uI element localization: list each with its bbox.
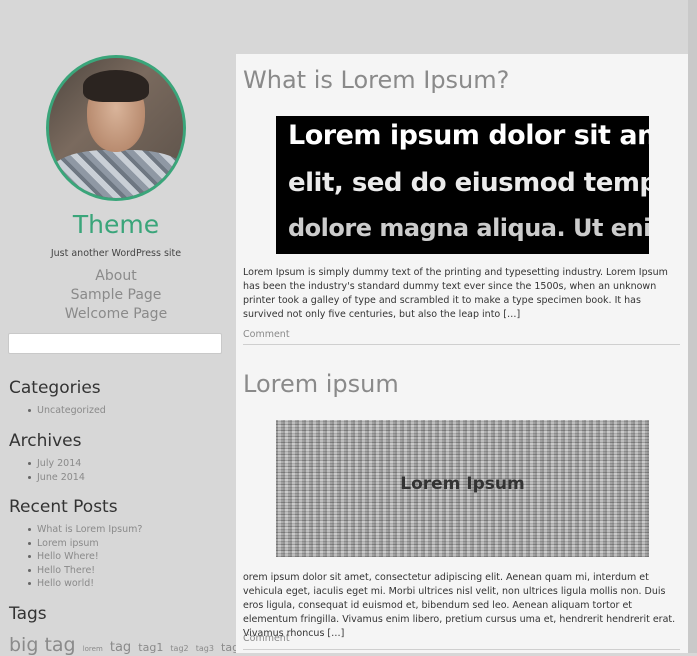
search-input[interactable] [8, 333, 222, 354]
category-item[interactable]: Uncategorized [28, 404, 106, 418]
recent-post-item[interactable]: Hello There! [27, 564, 142, 578]
page-edge [688, 0, 697, 653]
tags-title: Tags [9, 604, 47, 624]
avatar[interactable] [46, 55, 186, 201]
nav-about[interactable]: About [0, 268, 232, 284]
post-title[interactable]: What is Lorem Ipsum? [243, 66, 509, 94]
image-caption: Lorem Ipsum [400, 474, 525, 494]
tag-link[interactable]: tag2 [170, 644, 188, 653]
archives-title: Archives [9, 431, 82, 451]
tag-link[interactable]: tag1 [138, 641, 163, 654]
recent-posts-list: What is Lorem Ipsum? Lorem ipsum Hello W… [27, 523, 142, 591]
image-text-line: dolore magna aliqua. Ut enim ad [288, 214, 649, 242]
post-divider [243, 649, 680, 650]
post-excerpt: orem ipsum dolor sit amet, consectetur a… [243, 572, 676, 639]
post-title[interactable]: Lorem ipsum [243, 370, 399, 398]
nav-sample-page[interactable]: Sample Page [0, 287, 232, 303]
tag-link[interactable]: tag3 [196, 644, 214, 653]
archives-list: July 2014 June 2014 [28, 457, 85, 485]
post-featured-image[interactable]: Lorem ipsum dolor sit amet, elit, sed do… [276, 116, 649, 254]
site-title[interactable]: Theme [0, 210, 232, 239]
comment-link[interactable]: Comment [243, 633, 290, 644]
post-featured-image[interactable]: Lorem Ipsum [276, 420, 649, 557]
recent-post-item[interactable]: Hello Where! [27, 550, 142, 564]
nav-welcome-page[interactable]: Welcome Page [0, 306, 232, 322]
recent-post-item[interactable]: Hello world! [27, 577, 142, 591]
categories-title: Categories [9, 378, 101, 398]
recent-post-item[interactable]: Lorem ipsum [27, 537, 142, 551]
categories-list: Uncategorized [28, 404, 106, 418]
tag-link[interactable]: lorem [83, 645, 103, 653]
image-text-line: elit, sed do eiusmod tempor in [288, 168, 649, 198]
image-text-line: Lorem ipsum dolor sit amet, [288, 120, 649, 151]
recent-post-item[interactable]: What is Lorem Ipsum? [27, 523, 142, 537]
archive-item[interactable]: June 2014 [28, 471, 85, 485]
archive-item[interactable]: July 2014 [28, 457, 85, 471]
post-excerpt: Lorem Ipsum is simply dummy text of the … [243, 267, 668, 320]
comment-link[interactable]: Comment [243, 329, 290, 340]
post-divider [243, 344, 680, 345]
main-content: What is Lorem Ipsum? Lorem ipsum dolor s… [236, 54, 688, 653]
sidebar: Theme Just another WordPress site About … [0, 0, 246, 656]
recent-posts-title: Recent Posts [9, 497, 118, 517]
site-description: Just another WordPress site [50, 248, 182, 259]
